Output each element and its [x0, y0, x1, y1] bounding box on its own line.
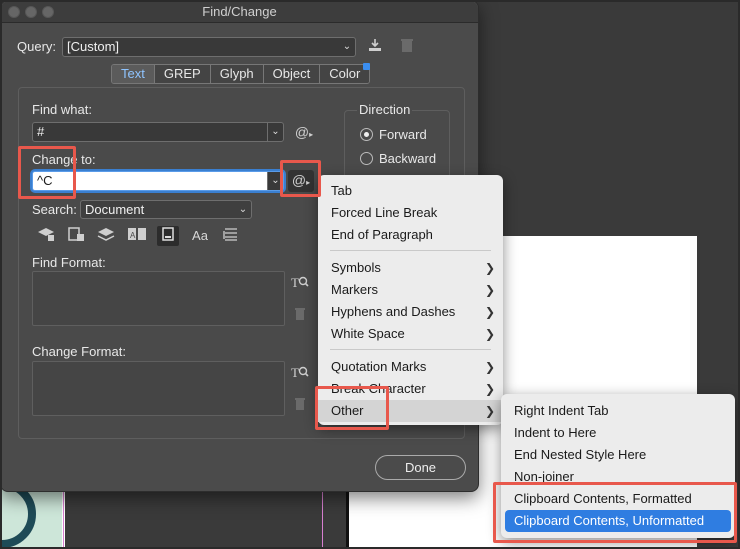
find-what-value: #	[37, 124, 45, 139]
search-scope-value: Document	[85, 202, 145, 217]
highlight-special-characters-button	[280, 160, 321, 197]
clear-change-format-icon[interactable]	[291, 396, 309, 414]
find-special-characters-icon[interactable]: @▸	[292, 122, 316, 142]
chevron-down-icon: ⌄	[342, 41, 352, 52]
query-label: Query:	[17, 39, 57, 54]
done-button[interactable]: Done	[375, 455, 466, 480]
menu-separator	[330, 349, 491, 350]
highlight-other-item	[315, 386, 389, 430]
menu-item-quotation-marks[interactable]: Quotation Marks ❯	[318, 356, 503, 378]
menu-item-markers[interactable]: Markers ❯	[318, 279, 503, 301]
find-format-label: Find Format:	[32, 255, 106, 270]
chevron-right-icon: ❯	[484, 382, 495, 396]
find-what-label: Find what:	[32, 102, 92, 117]
tab-text[interactable]: Text	[112, 65, 154, 83]
whole-word-icon[interactable]	[220, 226, 242, 246]
chevron-right-icon: ❯	[484, 360, 495, 374]
backward-label[interactable]: Backward	[379, 151, 436, 166]
document-margin-guide-2	[322, 490, 323, 549]
window-title: Find/Change	[202, 4, 277, 19]
tab-glyph[interactable]: Glyph	[209, 65, 263, 83]
highlight-change-to	[18, 146, 76, 199]
submenu-item-indent-to-here[interactable]: Indent to Here	[501, 422, 735, 444]
direction-group	[344, 110, 450, 180]
specify-find-format-icon[interactable]: T	[290, 273, 310, 293]
chevron-right-icon: ❯	[484, 261, 495, 275]
find-format-box[interactable]	[32, 271, 285, 326]
menu-item-hyphens-and-dashes[interactable]: Hyphens and Dashes ❯	[318, 301, 503, 323]
change-format-label: Change Format:	[32, 344, 126, 359]
menu-item-end-of-paragraph[interactable]: End of Paragraph	[318, 224, 503, 246]
chevron-down-icon: ⌄	[238, 204, 248, 215]
query-dropdown[interactable]: [Custom] ⌄	[62, 37, 356, 57]
lock-stories-icon[interactable]	[65, 226, 87, 246]
search-scope-dropdown[interactable]: Document ⌄	[80, 200, 252, 219]
zoom-window-button[interactable]	[42, 6, 54, 18]
svg-text:T: T	[291, 365, 299, 380]
query-value: [Custom]	[67, 39, 120, 54]
chevron-right-icon: ❯	[484, 305, 495, 319]
tab-color[interactable]: Color	[319, 65, 370, 83]
specify-change-format-icon[interactable]: T	[290, 363, 310, 383]
save-query-icon[interactable]	[365, 37, 385, 57]
svg-text:A: A	[130, 231, 136, 240]
case-sensitive-icon[interactable]: Aa	[189, 226, 211, 246]
backward-radio[interactable]	[360, 152, 373, 165]
tab-indicator-dot	[363, 63, 370, 70]
clear-find-format-icon[interactable]	[291, 306, 309, 324]
menu-item-white-space[interactable]: White Space ❯	[318, 323, 503, 345]
change-format-box[interactable]	[32, 361, 285, 416]
minimize-window-button[interactable]	[25, 6, 37, 18]
direction-label: Direction	[357, 102, 413, 117]
master-pages-icon[interactable]: A	[126, 226, 148, 246]
menu-item-forced-line-break[interactable]: Forced Line Break	[318, 202, 503, 224]
chevron-right-icon: ❯	[484, 283, 495, 297]
svg-text:T: T	[291, 275, 299, 290]
submenu-item-right-indent-tab[interactable]: Right Indent Tab	[501, 400, 735, 422]
hidden-layers-icon[interactable]	[95, 226, 117, 246]
at-symbol-icon: @	[294, 124, 310, 140]
chevron-down-icon[interactable]: ⌄	[267, 123, 283, 141]
forward-label[interactable]: Forward	[379, 127, 427, 142]
submenu-item-end-nested-style-here[interactable]: End Nested Style Here	[501, 444, 735, 466]
menu-item-symbols[interactable]: Symbols ❯	[318, 257, 503, 279]
highlight-clipboard-items	[493, 482, 737, 543]
footnotes-icon[interactable]	[157, 226, 179, 246]
search-label: Search:	[32, 202, 77, 217]
chevron-right-icon: ❯	[484, 327, 495, 341]
delete-query-icon[interactable]	[397, 37, 417, 57]
forward-radio[interactable]	[360, 128, 373, 141]
tab-object[interactable]: Object	[262, 65, 320, 83]
close-window-button[interactable]	[8, 6, 20, 18]
mode-tabs: Text GREP Glyph Object Color	[111, 64, 371, 84]
chevron-right-icon: ❯	[484, 404, 495, 418]
title-bar[interactable]: Find/Change	[1, 1, 478, 23]
lock-layers-icon[interactable]	[35, 226, 57, 246]
menu-separator	[330, 250, 491, 251]
find-what-input[interactable]: # ⌄	[32, 122, 284, 142]
tab-grep[interactable]: GREP	[153, 65, 210, 83]
menu-item-tab[interactable]: Tab	[318, 180, 503, 202]
